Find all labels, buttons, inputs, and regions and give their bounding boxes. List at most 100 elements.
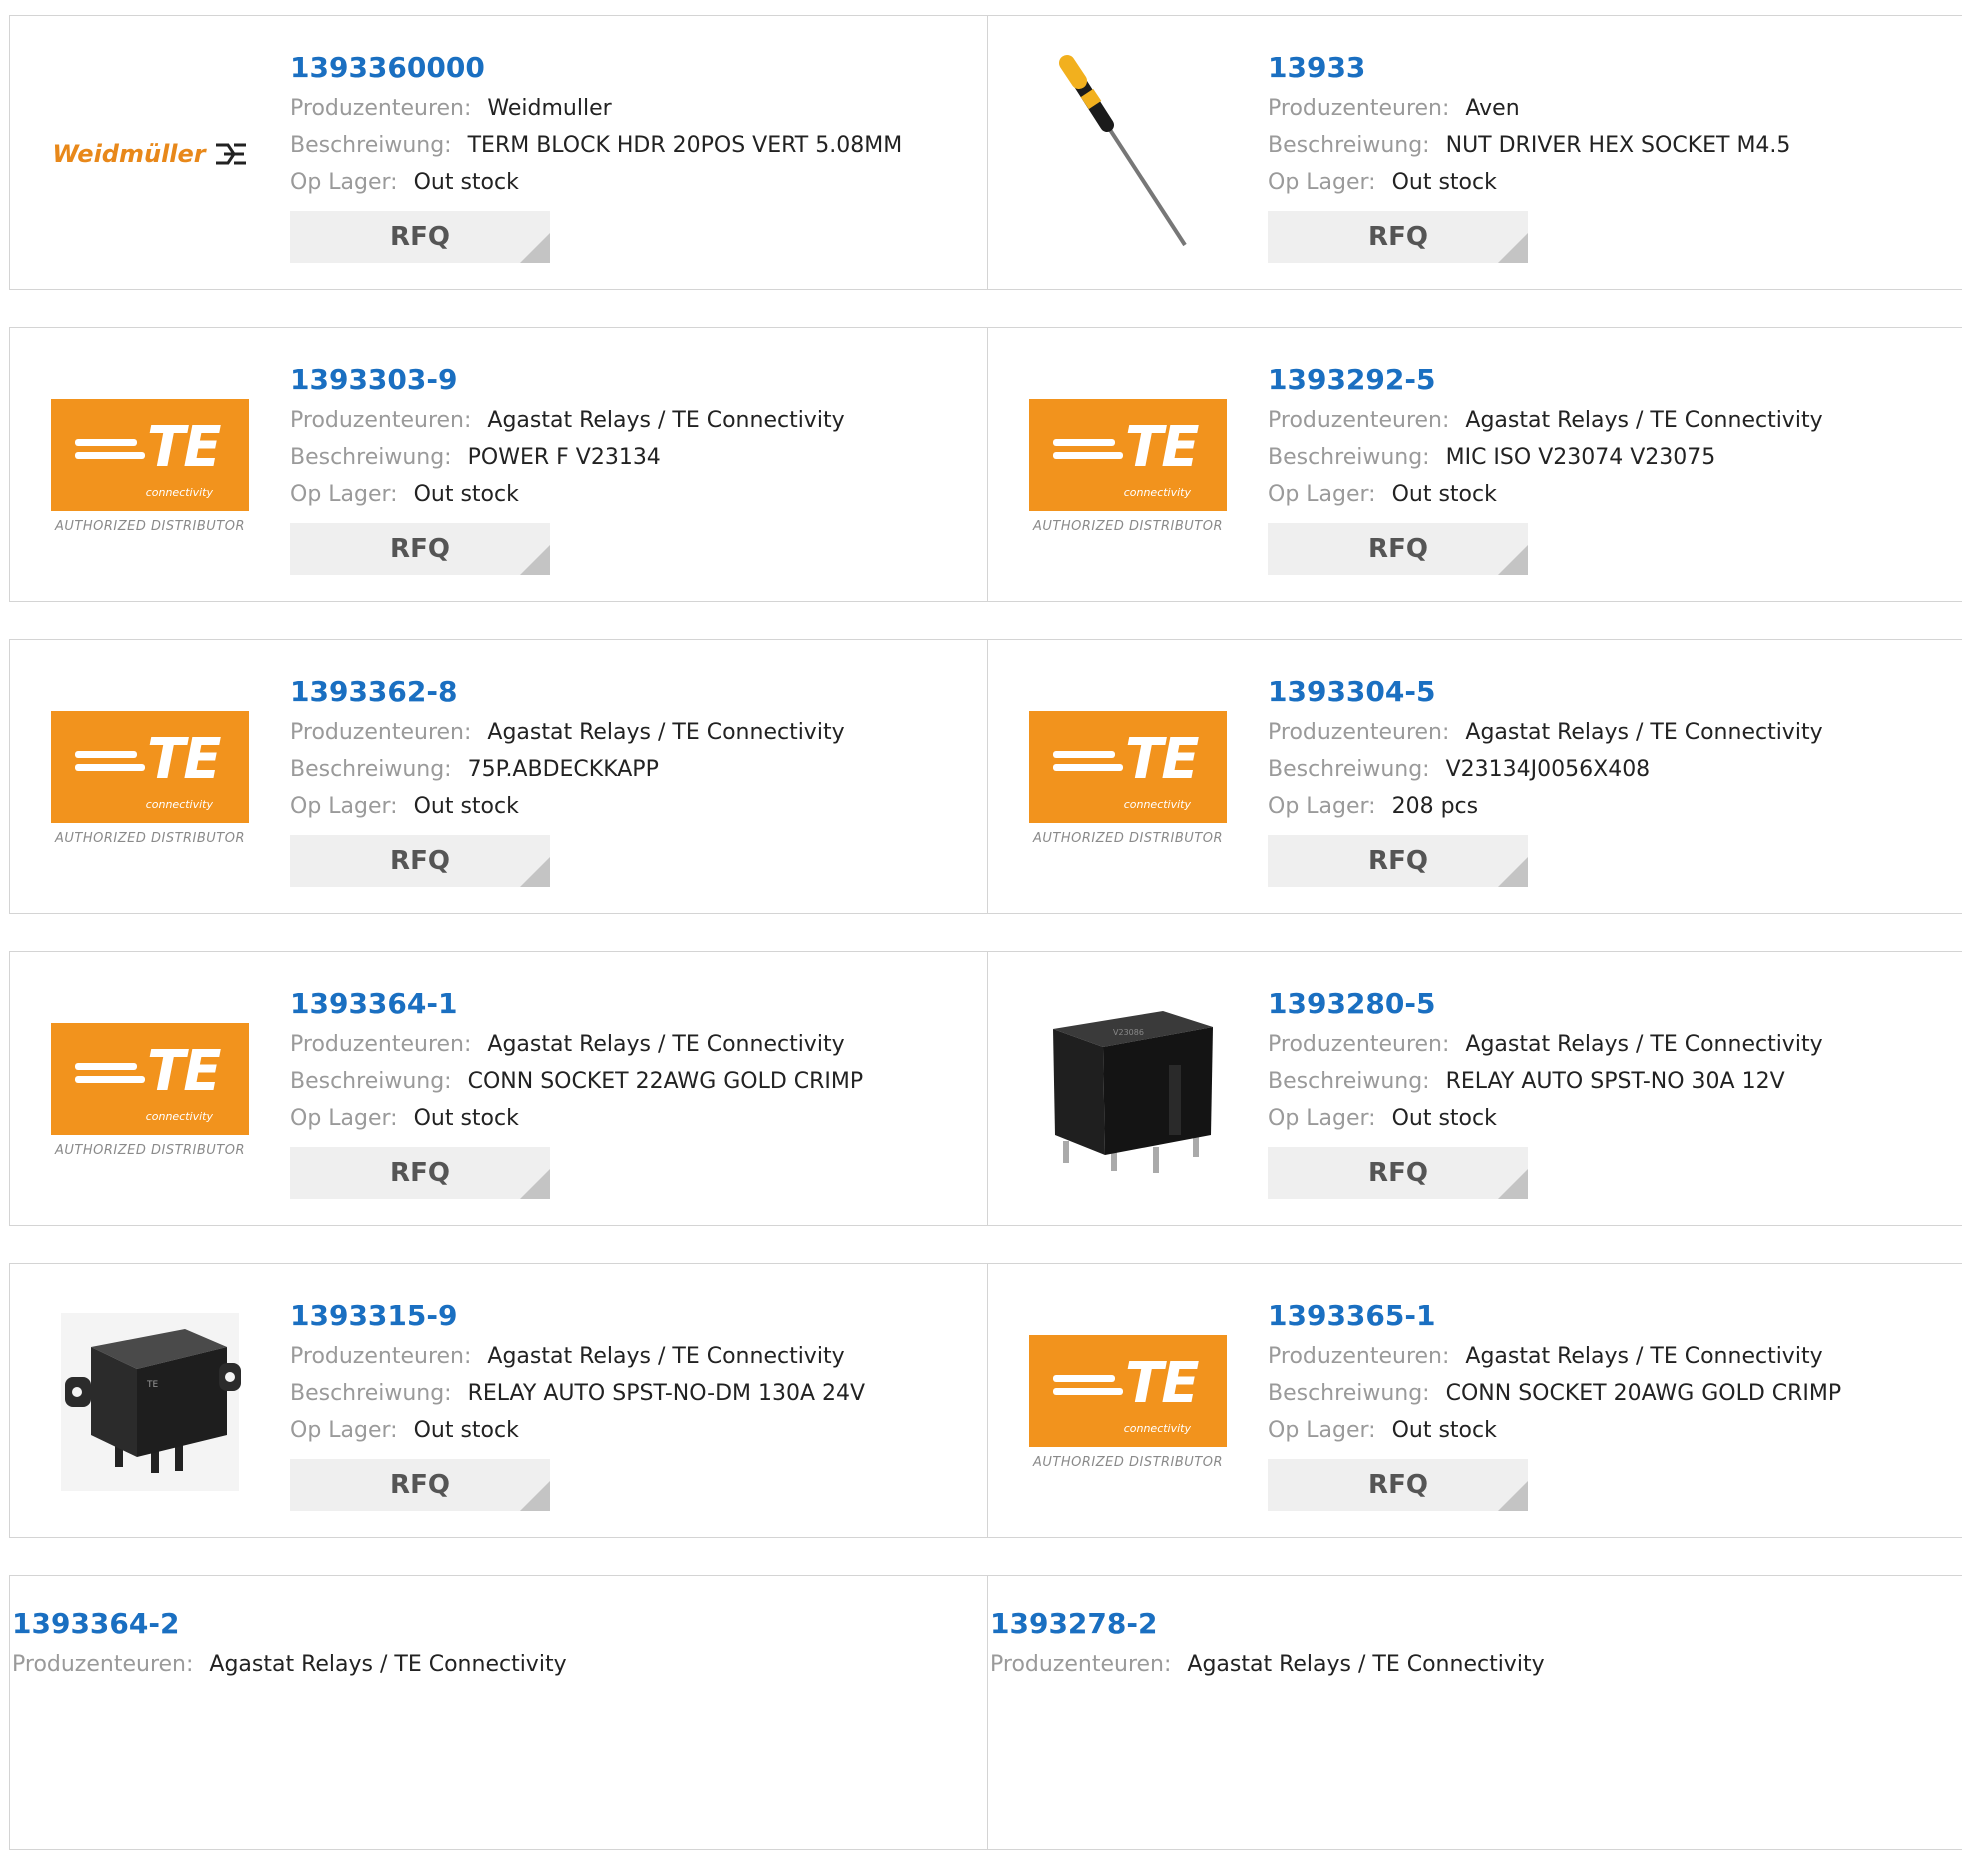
part-number-link[interactable]: 1393364-1 [290,984,977,1024]
description-row: Beschreiwung: TERM BLOCK HDR 20POS VERT 5… [290,133,903,158]
part-number-link[interactable]: 1393280-5 [1268,984,1962,1024]
description-value: NUT DRIVER HEX SOCKET M4.5 [1445,133,1791,158]
product-info: 1393362-8 Produzenteuren: Agastat Relays /… [290,672,977,887]
stock-row: Op Lager: Out stock [1268,170,1497,195]
product-thumbnail[interactable]: TE connectivity AUTHORIZED DISTRIBUTOR [1028,356,1228,576]
product-thumbnail[interactable]: TE connectivity AUTHORIZED DISTRIBUTOR [50,980,250,1200]
svg-text:V23086: V23086 [1113,1028,1144,1037]
description-row: Beschreiwung: NUT DRIVER HEX SOCKET M4.5 [1268,133,1791,158]
stock-value: Out stock [1391,482,1497,507]
manufacturer-value: Agastat Relays / TE Connectivity [1187,1652,1545,1677]
description-value: MIC ISO V23074 V23075 [1445,445,1716,470]
description-row: Beschreiwung: V23134J0056X408 [1268,757,1651,782]
product-info: 1393303-9 Produzenteuren: Agastat Relays /… [290,360,977,575]
manufacturer-row: Produzenteuren: Aven [1268,96,1520,121]
product-info: 1393292-5 Produzenteuren: Agastat Relays /… [1268,360,1962,575]
stock-value: Out stock [1391,1418,1497,1443]
description-value: RELAY AUTO SPST-NO 30A 12V [1445,1069,1785,1094]
part-number-link[interactable]: 1393315-9 [290,1296,977,1336]
part-number-link[interactable]: 1393362-8 [290,672,977,712]
rfq-button[interactable]: RFQ [1268,1147,1528,1199]
stock-row: Op Lager: Out stock [290,794,519,819]
product-card: TE connectivity AUTHORIZED DISTRIBUTOR 1393… [9,951,988,1226]
rfq-button[interactable]: RFQ [1268,211,1528,263]
part-number-link[interactable]: 1393278-2 [990,1604,1962,1644]
manufacturer-value: Agastat Relays / TE Connectivity [1465,1344,1823,1369]
te-connectivity-logo: TE connectivity AUTHORIZED DISTRIBUTOR [51,398,249,534]
manufacturer-value: Agastat Relays / TE Connectivity [487,1344,845,1369]
manufacturer-value: Agastat Relays / TE Connectivity [1465,408,1823,433]
stock-row: Op Lager: Out stock [1268,1106,1497,1131]
manufacturer-value: Agastat Relays / TE Connectivity [1465,1032,1823,1057]
manufacturer-row: Produzenteuren: Agastat Relays / TE Conne… [290,408,845,433]
product-info: 1393360000 Produzenteuren: Weidmuller Besch… [290,48,977,263]
product-card: TE connectivity AUTHORIZED DISTRIBUTOR 1393… [9,639,988,914]
product-thumbnail[interactable]: TE connectivity AUTHORIZED DISTRIBUTOR [1028,668,1228,888]
description-value: 75P.ABDECKKAPP [467,757,659,782]
product-card: TE connectivity AUTHORIZED DISTRIBUTOR 1393… [987,639,1962,914]
product-card: 1393364-2 Produzenteuren: Agastat Relays /… [9,1575,988,1850]
description-value: POWER F V23134 [467,445,661,470]
rfq-button[interactable]: RFQ [1268,523,1528,575]
part-number-link[interactable]: 1393364-2 [12,1604,977,1644]
manufacturer-row: Produzenteuren: Agastat Relays / TE Conne… [1268,1344,1823,1369]
part-number-link[interactable]: 1393303-9 [290,360,977,400]
product-thumbnail[interactable]: TE connectivity AUTHORIZED DISTRIBUTOR [1028,1292,1228,1512]
product-info: 1393365-1 Produzenteuren: Agastat Relays /… [1268,1296,1962,1511]
product-thumbnail[interactable]: V23086 [1028,980,1228,1200]
product-info: 1393304-5 Produzenteuren: Agastat Relays /… [1268,672,1962,887]
manufacturer-value: Agastat Relays / TE Connectivity [487,1032,845,1057]
weidmuller-logo: Weidmüller [52,140,247,168]
manufacturer-value: Agastat Relays / TE Connectivity [209,1652,567,1677]
relay-image: V23086 [1053,1011,1213,1173]
te-connectivity-logo: TE connectivity AUTHORIZED DISTRIBUTOR [1029,710,1227,846]
rfq-button[interactable]: RFQ [290,835,550,887]
rfq-button[interactable]: RFQ [290,211,550,263]
part-number-link[interactable]: 13933 [1268,48,1962,88]
product-thumbnail[interactable]: Weidmüller [50,44,250,264]
part-number-link[interactable]: 1393365-1 [1268,1296,1962,1336]
description-row: Beschreiwung: 75P.ABDECKKAPP [290,757,659,782]
stock-row: Op Lager: Out stock [290,1418,519,1443]
product-thumbnail[interactable] [1028,44,1228,264]
rfq-button[interactable]: RFQ [1268,835,1528,887]
part-number-link[interactable]: 1393292-5 [1268,360,1962,400]
te-connectivity-logo: TE connectivity AUTHORIZED DISTRIBUTOR [51,1022,249,1158]
stock-row: Op Lager: 208 pcs [1268,794,1479,819]
manufacturer-row: Produzenteuren: Agastat Relays / TE Conne… [1268,408,1823,433]
product-thumbnail[interactable]: TE connectivity AUTHORIZED DISTRIBUTOR [50,356,250,576]
product-card: TE 1393315-9 Produzenteuren: Agastat Relays… [9,1263,988,1538]
part-number-link[interactable]: 1393360000 [290,48,977,88]
product-thumbnail[interactable]: TE connectivity AUTHORIZED DISTRIBUTOR [50,668,250,888]
manufacturer-row: Produzenteuren: Agastat Relays / TE Conne… [990,1652,1545,1677]
product-info: 1393278-2 Produzenteuren: Agastat Relays /… [990,1604,1962,1683]
manufacturer-row: Produzenteuren: Agastat Relays / TE Conne… [290,1032,845,1057]
product-info: 1393364-1 Produzenteuren: Agastat Relays /… [290,984,977,1199]
te-connectivity-logo: TE connectivity AUTHORIZED DISTRIBUTOR [1029,398,1227,534]
product-info: 1393315-9 Produzenteuren: Agastat Relays /… [290,1296,977,1511]
description-row: Beschreiwung: CONN SOCKET 22AWG GOLD CRIM… [290,1069,864,1094]
rfq-button[interactable]: RFQ [290,1459,550,1511]
manufacturer-value: Agastat Relays / TE Connectivity [1465,720,1823,745]
stock-value: Out stock [1391,1106,1497,1131]
manufacturer-value: Agastat Relays / TE Connectivity [487,720,845,745]
stock-row: Op Lager: Out stock [290,1106,519,1131]
te-connectivity-logo: TE connectivity AUTHORIZED DISTRIBUTOR [51,710,249,846]
product-info: 13933 Produzenteuren: Aven Beschreiwung: NUT… [1268,48,1962,263]
manufacturer-value: Weidmuller [487,96,612,121]
rfq-button[interactable]: RFQ [290,523,550,575]
stock-row: Op Lager: Out stock [290,170,519,195]
product-thumbnail[interactable]: TE [50,1292,250,1512]
manufacturer-row: Produzenteuren: Agastat Relays / TE Conne… [12,1652,567,1677]
rfq-button[interactable]: RFQ [290,1147,550,1199]
manufacturer-row: Produzenteuren: Weidmuller [290,96,612,121]
product-card: Weidmüller 1393360000 Produzenteuren: Weidm… [9,15,988,290]
stock-value: Out stock [413,794,519,819]
stock-value: Out stock [413,1106,519,1131]
product-card: TE connectivity AUTHORIZED DISTRIBUTOR 1393… [9,327,988,602]
svg-text:TE: TE [146,1380,158,1390]
part-number-link[interactable]: 1393304-5 [1268,672,1962,712]
rfq-button[interactable]: RFQ [1268,1459,1528,1511]
description-value: RELAY AUTO SPST-NO-DM 130A 24V [467,1381,866,1406]
description-row: Beschreiwung: MIC ISO V23074 V23075 [1268,445,1716,470]
